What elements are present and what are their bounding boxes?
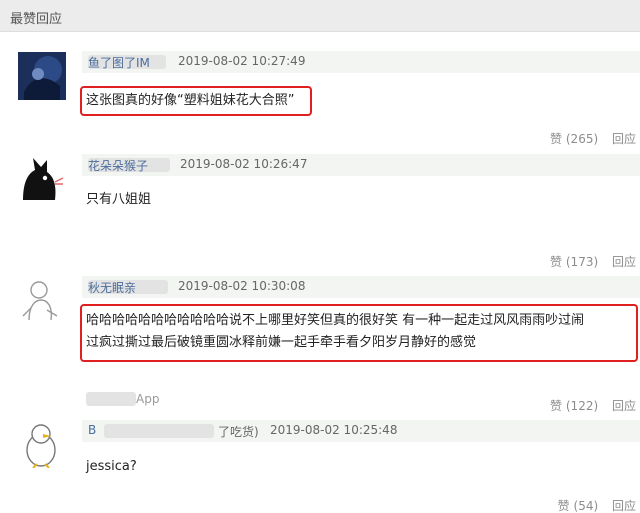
thumbs-up-icon: 赞 (550, 132, 563, 146)
app-source-tag: App (136, 392, 160, 406)
thumbs-up-icon: 赞 (550, 399, 563, 413)
comment-text-line: 哈哈哈哈哈哈哈哈哈哈哈说不上哪里好笑但真的很好笑 有一种一起走过风风雨雨吵过闹 (86, 313, 585, 328)
comment-actions: 赞 (265) 回应 (530, 130, 636, 147)
username-link[interactable]: 花朵朵猴子 (88, 157, 148, 174)
section-header: 最赞回应 (0, 0, 640, 32)
like-button[interactable]: 赞 (122) (540, 399, 598, 413)
username-suffix[interactable]: 了吃货) (218, 423, 259, 440)
like-count: (173) (565, 255, 599, 269)
timestamp: 2019-08-02 10:27:49 (178, 54, 306, 68)
reply-button[interactable]: 回应 (612, 499, 636, 513)
comment-text: 这张图真的好像“塑料姐妹花大合照” (86, 93, 295, 108)
avatar[interactable] (18, 52, 66, 100)
thumbs-up-icon: 赞 (557, 499, 570, 513)
comment-meta: 花朵朵猴子 2019-08-02 10:26:47 (82, 154, 640, 176)
username-link[interactable]: 秋无眠亲 (88, 279, 136, 296)
comment-actions: 赞 (54) 回应 (538, 497, 636, 513)
comment-meta: 鱼了图了IM 2019-08-02 10:27:49 (82, 51, 640, 73)
reply-button[interactable]: 回应 (612, 255, 636, 269)
thumbs-up-icon: 赞 (550, 255, 563, 269)
comment-meta: 秋无眠亲 2019-08-02 10:30:08 (82, 276, 640, 298)
comment-text-line: 过疯过撕过最后破镜重圆冰释前嫌一起手牵手看夕阳岁月静好的感觉 (86, 335, 477, 350)
comment-text: jessica? (86, 459, 137, 474)
avatar[interactable] (17, 276, 65, 324)
like-count: (54) (573, 499, 599, 513)
timestamp: 2019-08-02 10:25:48 (270, 423, 398, 437)
section-title: 最赞回应 (10, 12, 63, 27)
avatar[interactable] (17, 154, 65, 202)
comment-actions: 赞 (122) 回应 (530, 397, 636, 414)
avatar[interactable] (17, 420, 65, 468)
timestamp: 2019-08-02 10:30:08 (178, 279, 306, 293)
like-count: (265) (565, 132, 599, 146)
username-link[interactable]: 鱼了图了IM (88, 54, 150, 71)
username-link[interactable]: B (88, 423, 96, 437)
like-count: (122) (565, 399, 599, 413)
comment-meta: B 了吃货) 2019-08-02 10:25:48 (82, 420, 640, 442)
reply-button[interactable]: 回应 (612, 399, 636, 413)
timestamp: 2019-08-02 10:26:47 (180, 157, 308, 171)
reply-button[interactable]: 回应 (612, 132, 636, 146)
comment-text: 只有八姐姐 (86, 192, 152, 207)
like-button[interactable]: 赞 (54) (548, 499, 598, 513)
like-button[interactable]: 赞 (173) (540, 255, 598, 269)
like-button[interactable]: 赞 (265) (540, 132, 598, 146)
comment-actions: 赞 (173) 回应 (530, 253, 636, 270)
